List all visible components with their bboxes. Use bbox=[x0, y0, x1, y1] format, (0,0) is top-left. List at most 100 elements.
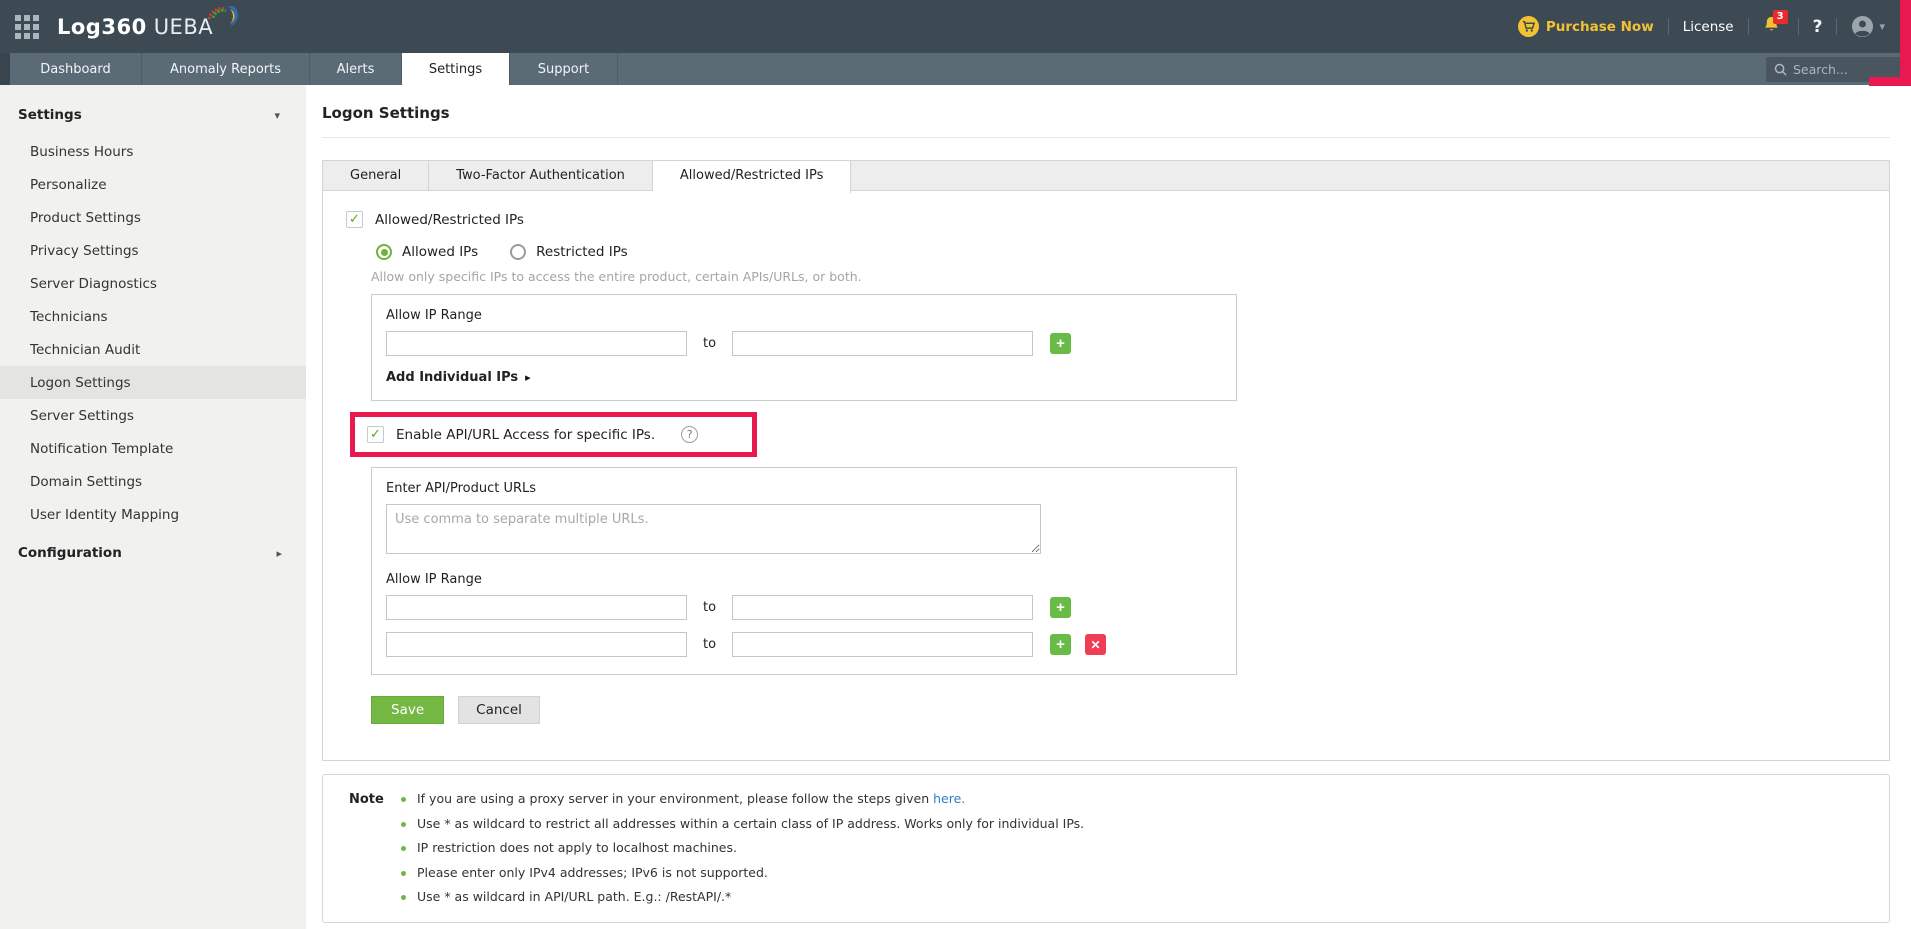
logo-swoosh-icon bbox=[203, 3, 243, 33]
note-item: Use * as wildcard to restrict all addres… bbox=[401, 816, 1084, 831]
sidebar-item-business-hours[interactable]: Business Hours bbox=[0, 135, 306, 168]
tab-allowed-restricted-ips[interactable]: Allowed/Restricted IPs bbox=[653, 161, 851, 193]
nav-tab-anomaly-reports[interactable]: Anomaly Reports bbox=[142, 53, 310, 85]
to-label: to bbox=[703, 336, 716, 351]
sidebar-item-notification-template[interactable]: Notification Template bbox=[0, 432, 306, 465]
sidebar-section-settings[interactable]: Settings ▾ bbox=[0, 101, 306, 135]
sidebar-item-product-settings[interactable]: Product Settings bbox=[0, 201, 306, 234]
top-bar: Log360 UEBA Purchase Now License 3 ? bbox=[0, 0, 1911, 53]
ip-range-end-input[interactable] bbox=[732, 331, 1033, 356]
product-logo: Log360 UEBA bbox=[57, 15, 213, 39]
nav-tab-alerts[interactable]: Alerts bbox=[310, 53, 402, 85]
nav-tab-settings[interactable]: Settings bbox=[402, 53, 510, 85]
main-content: Logon Settings General Two-Factor Authen… bbox=[306, 85, 1911, 929]
note-item: IP restriction does not apply to localho… bbox=[401, 840, 1084, 855]
divider bbox=[1668, 18, 1669, 35]
ip-range-start-input[interactable] bbox=[386, 331, 687, 356]
save-button[interactable]: Save bbox=[371, 696, 444, 724]
api-url-access-box: Enter API/Product URLs Allow IP Range to… bbox=[371, 467, 1237, 675]
enable-api-checkbox[interactable]: ✓ bbox=[367, 426, 384, 443]
allowed-restricted-checkbox[interactable]: ✓ bbox=[346, 211, 363, 228]
divider bbox=[1748, 18, 1749, 35]
notification-badge: 3 bbox=[1773, 10, 1788, 24]
proxy-steps-link[interactable]: here. bbox=[933, 791, 965, 806]
to-label: to bbox=[703, 637, 716, 652]
add-individual-ips-link[interactable]: Add Individual IPs ▸ bbox=[386, 370, 531, 385]
allowed-ips-radio[interactable] bbox=[376, 244, 392, 260]
product-ip-range-box: Allow IP Range to + Add Individual IPs ▸ bbox=[371, 294, 1237, 401]
restricted-ips-label: Restricted IPs bbox=[536, 244, 628, 260]
allowed-restricted-label: Allowed/Restricted IPs bbox=[375, 212, 524, 228]
nav-tab-support[interactable]: Support bbox=[510, 53, 618, 85]
allowed-restricted-panel: ✓ Allowed/Restricted IPs Allowed IPs Res… bbox=[322, 191, 1890, 761]
chevron-right-icon: ▸ bbox=[276, 547, 282, 560]
tab-general[interactable]: General bbox=[323, 161, 429, 191]
add-api-ip-range-button-2[interactable]: + bbox=[1050, 634, 1071, 655]
remove-api-ip-range-button[interactable]: ✕ bbox=[1085, 634, 1106, 655]
add-api-ip-range-button-1[interactable]: + bbox=[1050, 597, 1071, 618]
topbar-actions: Purchase Now License 3 ? ▾ bbox=[1518, 0, 1885, 53]
sidebar-configuration-label: Configuration bbox=[18, 545, 122, 561]
sidebar-section-configuration[interactable]: Configuration ▸ bbox=[0, 531, 306, 569]
cart-icon bbox=[1518, 16, 1539, 37]
global-search[interactable] bbox=[1766, 57, 1904, 82]
sidebar-item-logon-settings[interactable]: Logon Settings bbox=[0, 366, 306, 399]
ip-mode-radio-group: Allowed IPs Restricted IPs bbox=[376, 244, 1889, 260]
sidebar-item-technicians[interactable]: Technicians bbox=[0, 300, 306, 333]
app-launcher-icon[interactable] bbox=[15, 15, 39, 39]
allow-ip-range-label: Allow IP Range bbox=[386, 572, 1222, 587]
divider bbox=[1836, 18, 1837, 35]
purchase-now-label: Purchase Now bbox=[1546, 19, 1654, 35]
sidebar-item-server-diagnostics[interactable]: Server Diagnostics bbox=[0, 267, 306, 300]
api-ip-range-row-1: to + bbox=[386, 595, 1222, 620]
chevron-down-icon: ▾ bbox=[1879, 20, 1885, 33]
sidebar-settings-label: Settings bbox=[18, 107, 82, 123]
note-item: Use * as wildcard in API/URL path. E.g.:… bbox=[401, 889, 1084, 904]
search-input[interactable] bbox=[1793, 62, 1893, 77]
allowed-restricted-toggle-row: ✓ Allowed/Restricted IPs bbox=[346, 211, 1889, 228]
user-avatar-icon bbox=[1851, 15, 1874, 38]
license-button[interactable]: License bbox=[1683, 19, 1734, 35]
cancel-button[interactable]: Cancel bbox=[458, 696, 540, 724]
note-item: If you are using a proxy server in your … bbox=[401, 791, 1084, 806]
allow-ip-range-label: Allow IP Range bbox=[386, 308, 1222, 323]
nav-notch bbox=[0, 53, 10, 85]
sidebar-item-user-identity-mapping[interactable]: User Identity Mapping bbox=[0, 498, 306, 531]
sidebar-item-privacy-settings[interactable]: Privacy Settings bbox=[0, 234, 306, 267]
sidebar-item-domain-settings[interactable]: Domain Settings bbox=[0, 465, 306, 498]
divider bbox=[1798, 18, 1799, 35]
search-icon bbox=[1774, 63, 1787, 76]
settings-sidebar: Settings ▾ Business Hours Personalize Pr… bbox=[0, 85, 306, 929]
sidebar-item-technician-audit[interactable]: Technician Audit bbox=[0, 333, 306, 366]
api-ip-range-start-input-1[interactable] bbox=[386, 595, 687, 620]
page-title: Logon Settings bbox=[322, 85, 1890, 138]
user-menu-button[interactable]: ▾ bbox=[1851, 15, 1885, 38]
api-urls-textarea[interactable] bbox=[386, 504, 1041, 554]
restricted-ips-radio[interactable] bbox=[510, 244, 526, 260]
arrow-right-icon: ▸ bbox=[525, 371, 531, 384]
add-ip-range-button[interactable]: + bbox=[1050, 333, 1071, 354]
note-label: Note bbox=[349, 791, 401, 904]
allowed-ips-label: Allowed IPs bbox=[402, 244, 478, 260]
enable-api-highlight-box: ✓ Enable API/URL Access for specific IPs… bbox=[350, 412, 757, 457]
nav-tab-dashboard[interactable]: Dashboard bbox=[10, 53, 142, 85]
api-ip-range-end-input-2[interactable] bbox=[732, 632, 1033, 657]
tab-two-factor-authentication[interactable]: Two-Factor Authentication bbox=[429, 161, 653, 191]
api-ip-range-end-input-1[interactable] bbox=[732, 595, 1033, 620]
sidebar-item-server-settings[interactable]: Server Settings bbox=[0, 399, 306, 432]
purchase-now-button[interactable]: Purchase Now bbox=[1518, 16, 1654, 37]
enter-api-urls-label: Enter API/Product URLs bbox=[386, 481, 1222, 496]
form-actions: Save Cancel bbox=[371, 696, 1889, 724]
sidebar-item-personalize[interactable]: Personalize bbox=[0, 168, 306, 201]
help-tooltip-icon[interactable]: ? bbox=[681, 426, 698, 443]
main-nav: Dashboard Anomaly Reports Alerts Setting… bbox=[0, 53, 1911, 85]
help-button[interactable]: ? bbox=[1813, 17, 1823, 37]
logon-settings-tabs: General Two-Factor Authentication Allowe… bbox=[322, 160, 1890, 191]
note-item: Please enter only IPv4 addresses; IPv6 i… bbox=[401, 865, 1084, 880]
ip-range-row: to + bbox=[386, 331, 1222, 356]
note-box: Note If you are using a proxy server in … bbox=[322, 774, 1890, 923]
api-ip-range-start-input-2[interactable] bbox=[386, 632, 687, 657]
note-list: If you are using a proxy server in your … bbox=[401, 791, 1084, 904]
ip-mode-helper-text: Allow only specific IPs to access the en… bbox=[371, 269, 1889, 284]
notifications-button[interactable]: 3 bbox=[1763, 16, 1780, 38]
